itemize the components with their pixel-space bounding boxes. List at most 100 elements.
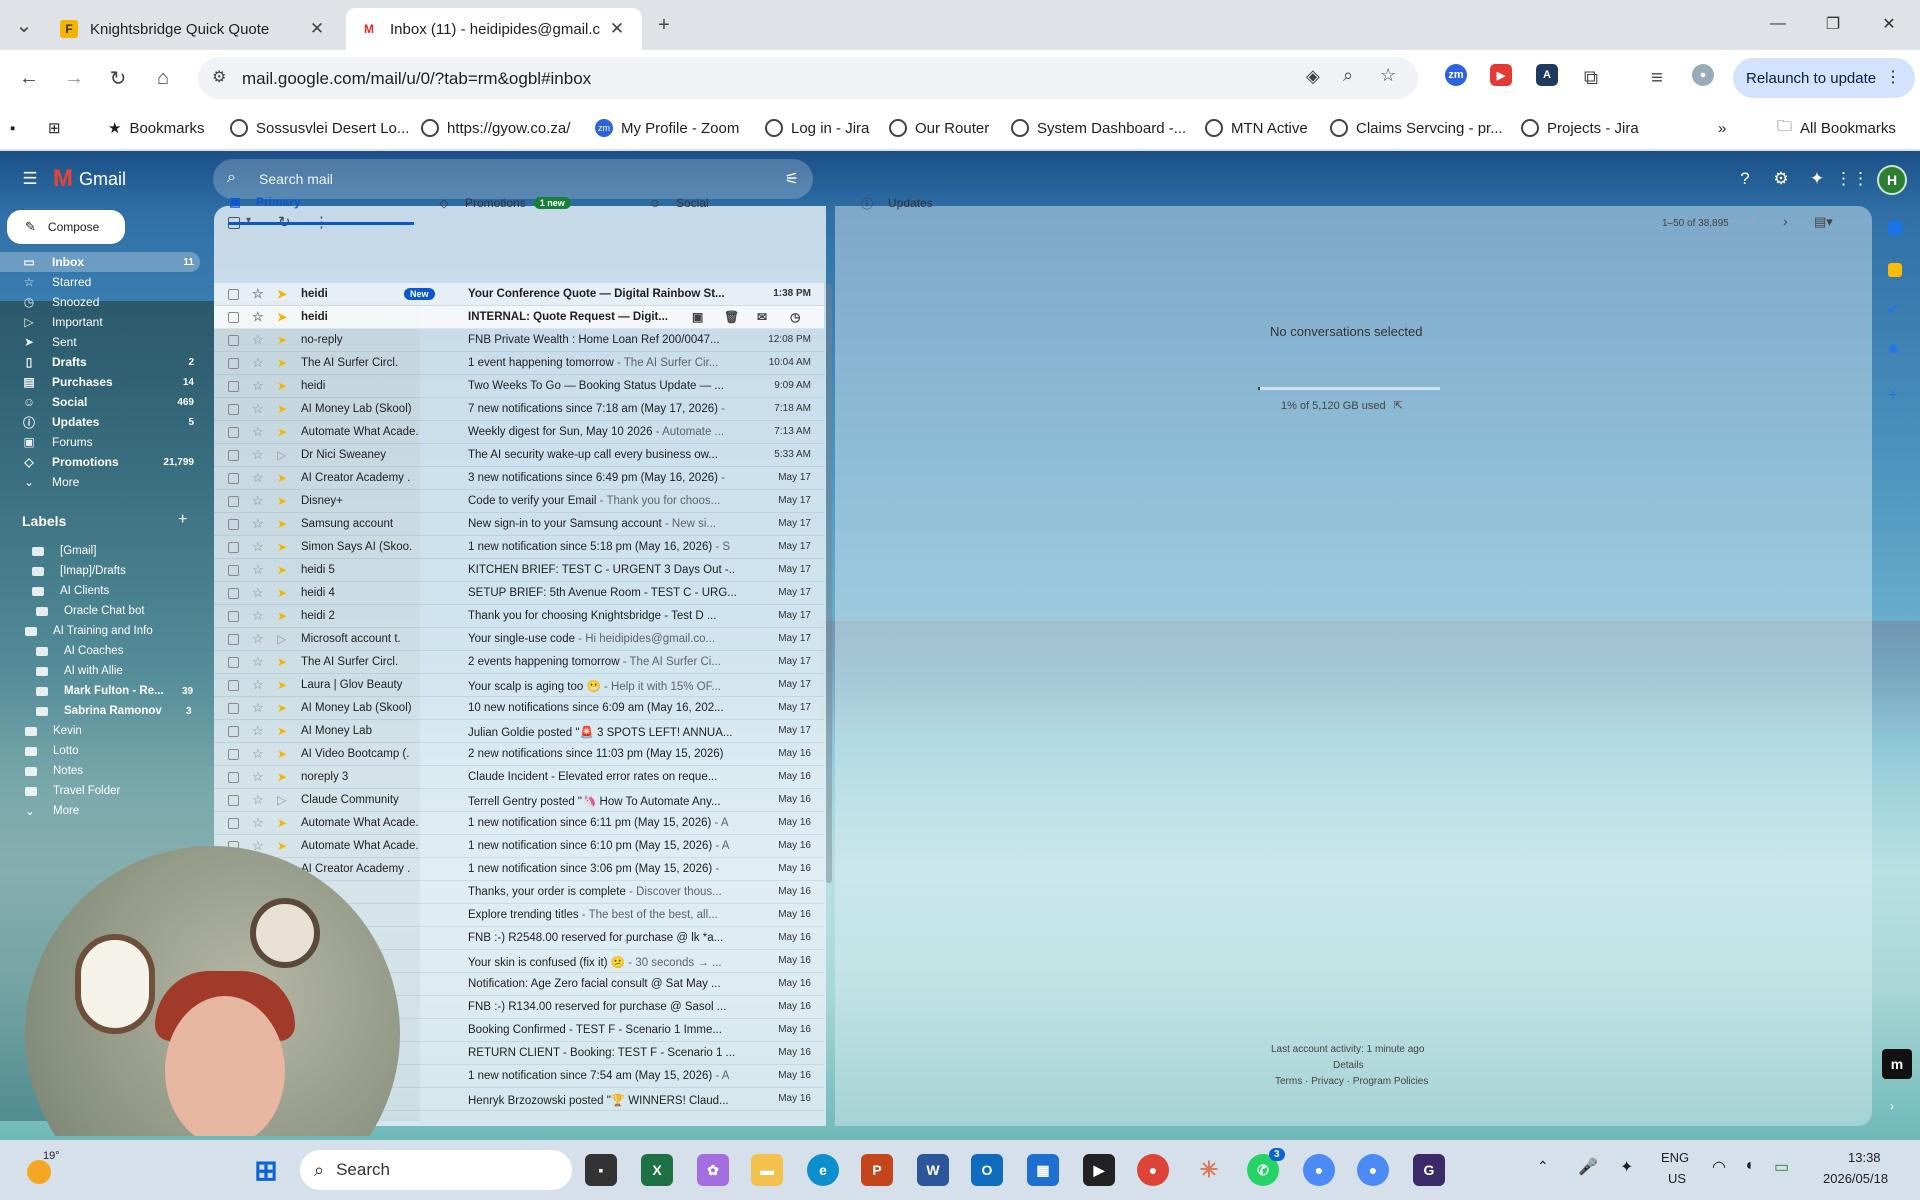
keep-icon[interactable]: [1888, 263, 1902, 277]
store-icon[interactable]: ▦: [1027, 1154, 1059, 1186]
table-row[interactable]: ☆ ➤ AI Video Bootcamp (. 2 new notification…: [214, 743, 824, 766]
row-checkbox[interactable]: [228, 611, 239, 622]
word-icon[interactable]: W: [917, 1154, 949, 1186]
star-icon[interactable]: ☆: [252, 332, 264, 348]
important-marker-icon[interactable]: ➤: [277, 287, 287, 301]
footer-links[interactable]: Terms · Privacy · Program Policies: [1275, 1076, 1428, 1087]
gemini-sparkle-icon[interactable]: ✦: [1805, 167, 1829, 191]
row-checkbox[interactable]: [228, 496, 239, 507]
nav-purchases[interactable]: ▤ Purchases 14: [0, 372, 200, 392]
zoom-extension-icon[interactable]: zm: [1445, 64, 1467, 86]
tab-primary[interactable]: ▣ Primary: [228, 181, 414, 225]
important-marker-icon[interactable]: ➤: [277, 402, 287, 416]
row-checkbox[interactable]: [228, 358, 239, 369]
table-row[interactable]: ☆ ➤ Samsung account New sign-in to your Sam…: [214, 513, 824, 536]
tab-social[interactable]: ☺ Social: [648, 181, 848, 225]
table-row[interactable]: ☆ ➤ heidi INTERNAL: Quote Request — Digit..…: [214, 306, 824, 329]
forward-icon[interactable]: →: [58, 62, 90, 94]
avatar[interactable]: H: [1877, 165, 1907, 195]
nav-promotions[interactable]: ◇ Promotions 21,799: [0, 452, 200, 472]
table-row[interactable]: ☆ ▷ Dr Nici Sweaney The AI security wake-up…: [214, 444, 824, 467]
important-marker-icon[interactable]: ➤: [277, 494, 287, 508]
star-icon[interactable]: ☆: [252, 654, 264, 670]
wifi-icon[interactable]: ◠: [1712, 1157, 1726, 1177]
important-marker-icon[interactable]: ➤: [277, 517, 287, 531]
table-row[interactable]: ☆ ➤ AI Creator Academy . 3 new notification…: [214, 467, 824, 490]
bookmark-item[interactable]: Projects - Jira: [1521, 116, 1639, 140]
important-marker-icon[interactable]: ➤: [277, 701, 287, 715]
row-checkbox[interactable]: [228, 312, 239, 323]
all-bookmarks[interactable]: 🗀 All Bookmarks: [1777, 116, 1896, 140]
bookmark-item[interactable]: MTN Active: [1205, 116, 1308, 140]
close-tab-icon[interactable]: ✕: [606, 18, 628, 40]
whatsapp-icon[interactable]: ✆ 3: [1247, 1148, 1285, 1186]
microphone-icon[interactable]: 🎤: [1578, 1157, 1598, 1177]
important-marker-icon[interactable]: ➤: [277, 471, 287, 485]
star-icon[interactable]: ☆: [252, 562, 264, 578]
get-addons-icon[interactable]: +: [1888, 387, 1897, 405]
label-item[interactable]: Mark Fulton - Re... 39: [36, 681, 193, 701]
table-row[interactable]: ☆ ➤ heidi 5 KITCHEN BRIEF: TEST C - URGENT …: [214, 559, 824, 582]
row-checkbox[interactable]: [228, 818, 239, 829]
tab-updates[interactable]: ⓘ Updates: [860, 181, 1060, 225]
star-icon[interactable]: ☆: [252, 723, 264, 739]
mark-read-icon[interactable]: ✉: [757, 310, 767, 324]
important-marker-icon[interactable]: ➤: [277, 747, 287, 761]
maximize-icon[interactable]: ❐: [1810, 6, 1856, 42]
important-marker-icon[interactable]: ➤: [277, 356, 287, 370]
minimize-icon[interactable]: —: [1755, 6, 1801, 42]
table-row[interactable]: ☆ ▷ Microsoft account t. Your single-use co…: [214, 628, 824, 651]
important-marker-icon[interactable]: ▷: [277, 448, 286, 462]
density-toggle-icon[interactable]: ▤▾: [1814, 214, 1833, 230]
more-bookmarks-icon[interactable]: »: [1718, 116, 1726, 140]
bookmark-star-icon[interactable]: ☆: [1380, 65, 1396, 86]
relaunch-button[interactable]: Relaunch to update ⋮: [1733, 58, 1915, 98]
row-checkbox[interactable]: [228, 473, 239, 484]
star-icon[interactable]: ☆: [252, 470, 264, 486]
details-link[interactable]: Details: [1333, 1060, 1364, 1071]
main-menu-icon[interactable]: ☰: [18, 167, 42, 191]
gmail-logo[interactable]: M Gmail: [53, 165, 126, 193]
nav-sent[interactable]: ➤ Sent: [0, 332, 200, 352]
star-icon[interactable]: ☆: [252, 769, 264, 785]
row-checkbox[interactable]: [228, 381, 239, 392]
row-checkbox[interactable]: [228, 680, 239, 691]
settings-gear-icon[interactable]: ⚙: [1769, 167, 1793, 191]
important-marker-icon[interactable]: ➤: [277, 333, 287, 347]
row-checkbox[interactable]: [228, 427, 239, 438]
task-view-icon[interactable]: ▪: [585, 1154, 617, 1186]
important-marker-icon[interactable]: ➤: [277, 379, 287, 393]
important-marker-icon[interactable]: ➤: [277, 425, 287, 439]
bookmark-item[interactable]: Log in - Jira: [765, 116, 869, 140]
row-checkbox[interactable]: [228, 588, 239, 599]
edge-icon[interactable]: e: [807, 1154, 839, 1186]
table-row[interactable]: ☆ ▷ Claude Community Terrell Gentry posted …: [214, 789, 824, 812]
record-extension-icon[interactable]: ▶: [1490, 64, 1512, 86]
chrome-profile-icon[interactable]: ●: [1303, 1154, 1335, 1186]
copilot-icon[interactable]: ✿: [697, 1154, 729, 1186]
nav-forums[interactable]: ▣ Forums: [0, 432, 200, 452]
important-marker-icon[interactable]: ▷: [277, 793, 286, 807]
home-icon[interactable]: ⌂: [147, 62, 179, 94]
star-icon[interactable]: ☆: [252, 424, 264, 440]
table-row[interactable]: ☆ ➤ Disney+ Code to verify your Email - Tha…: [214, 490, 824, 513]
nav-snoozed[interactable]: ◷ Snoozed: [0, 292, 200, 312]
row-checkbox[interactable]: [228, 749, 239, 760]
label-item[interactable]: AI with Allie: [36, 661, 123, 681]
list-scrollbar[interactable]: [826, 283, 832, 883]
star-icon[interactable]: ☆: [252, 378, 264, 394]
help-icon[interactable]: ?: [1733, 167, 1757, 191]
bookmark-item[interactable]: https://gyow.co.za/: [421, 116, 570, 140]
outlook-icon[interactable]: O: [971, 1154, 1003, 1186]
app-g-icon[interactable]: G: [1413, 1154, 1445, 1186]
archive-icon[interactable]: ▣: [692, 310, 703, 324]
star-icon[interactable]: ☆: [252, 631, 264, 647]
chrome-profile-2-icon[interactable]: ●: [1357, 1154, 1389, 1186]
clock-time[interactable]: 13:38: [1848, 1150, 1881, 1165]
new-tab-icon[interactable]: +: [648, 9, 680, 41]
profile-icon[interactable]: ●: [1692, 64, 1714, 86]
row-checkbox[interactable]: [228, 795, 239, 806]
nav-social[interactable]: ☺ Social 469: [0, 392, 200, 412]
weather-widget[interactable]: 19°: [25, 1150, 60, 1186]
extension-eye-icon[interactable]: ◈: [1306, 66, 1320, 87]
